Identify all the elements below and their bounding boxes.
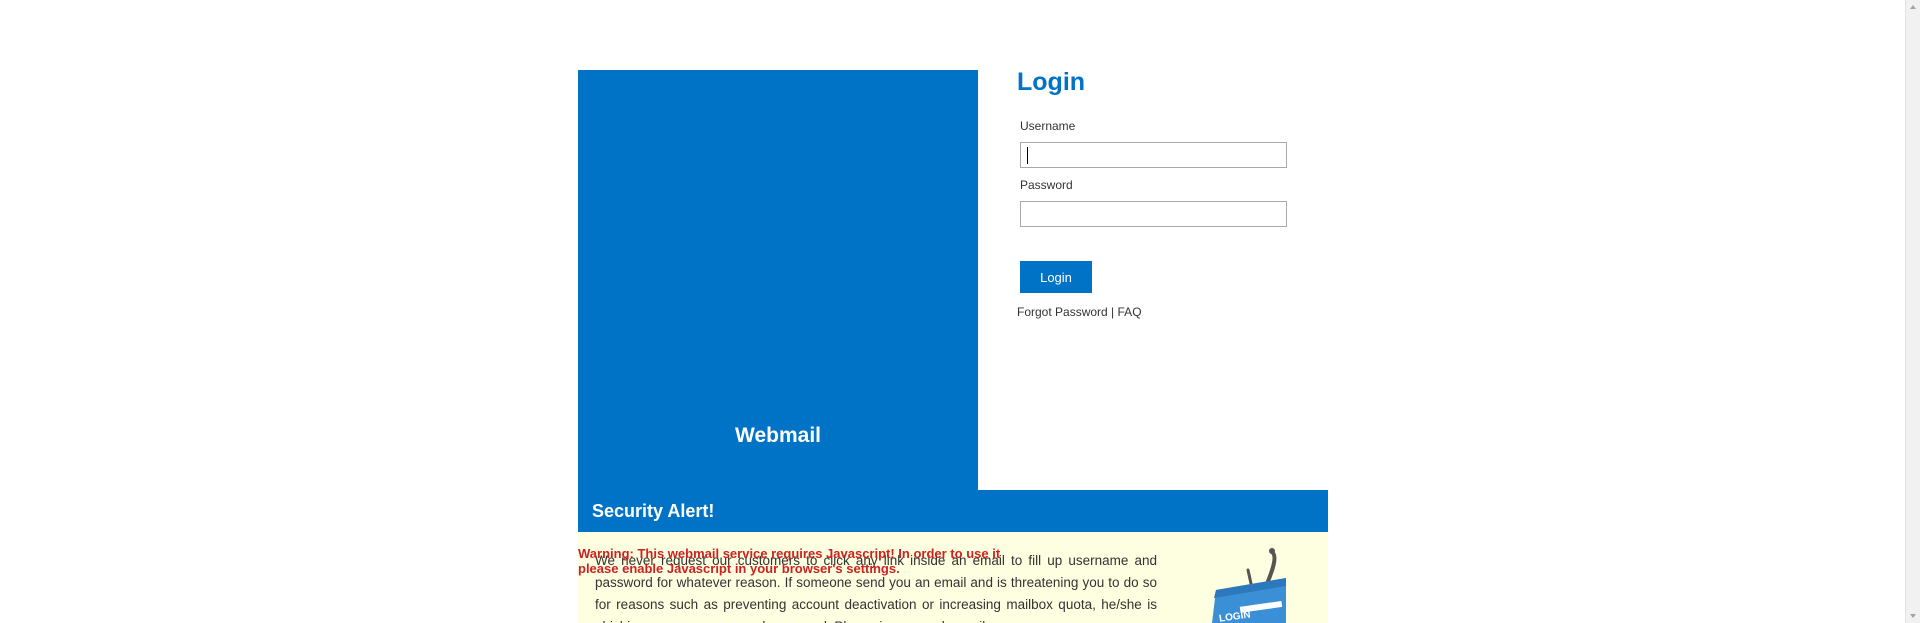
links-separator: | xyxy=(1111,305,1115,319)
security-alert-title: Security Alert! xyxy=(592,501,715,521)
text-caret xyxy=(1027,147,1028,164)
vertical-scrollbar[interactable] xyxy=(1905,0,1920,623)
username-label: Username xyxy=(1020,119,1076,133)
security-alert-header: Security Alert! xyxy=(578,490,1328,532)
javascript-warning: Warning: This webmail service requires J… xyxy=(578,546,1001,576)
username-input[interactable] xyxy=(1020,142,1287,168)
brand-title: Webmail xyxy=(735,424,821,447)
brand-panel: Webmail xyxy=(578,70,978,490)
login-button[interactable]: Login xyxy=(1020,261,1092,293)
login-links: Forgot Password | FAQ xyxy=(1017,305,1142,319)
forgot-password-link[interactable]: Forgot Password xyxy=(1017,305,1108,319)
faq-link[interactable]: FAQ xyxy=(1118,305,1142,319)
password-label: Password xyxy=(1020,178,1073,192)
scroll-up-arrow-icon[interactable] xyxy=(1906,0,1920,15)
scroll-down-arrow-icon[interactable] xyxy=(1906,608,1920,623)
password-input[interactable] xyxy=(1020,201,1287,227)
login-title: Login xyxy=(1017,68,1086,96)
login-hook-icon: LOGIN xyxy=(1212,548,1286,623)
